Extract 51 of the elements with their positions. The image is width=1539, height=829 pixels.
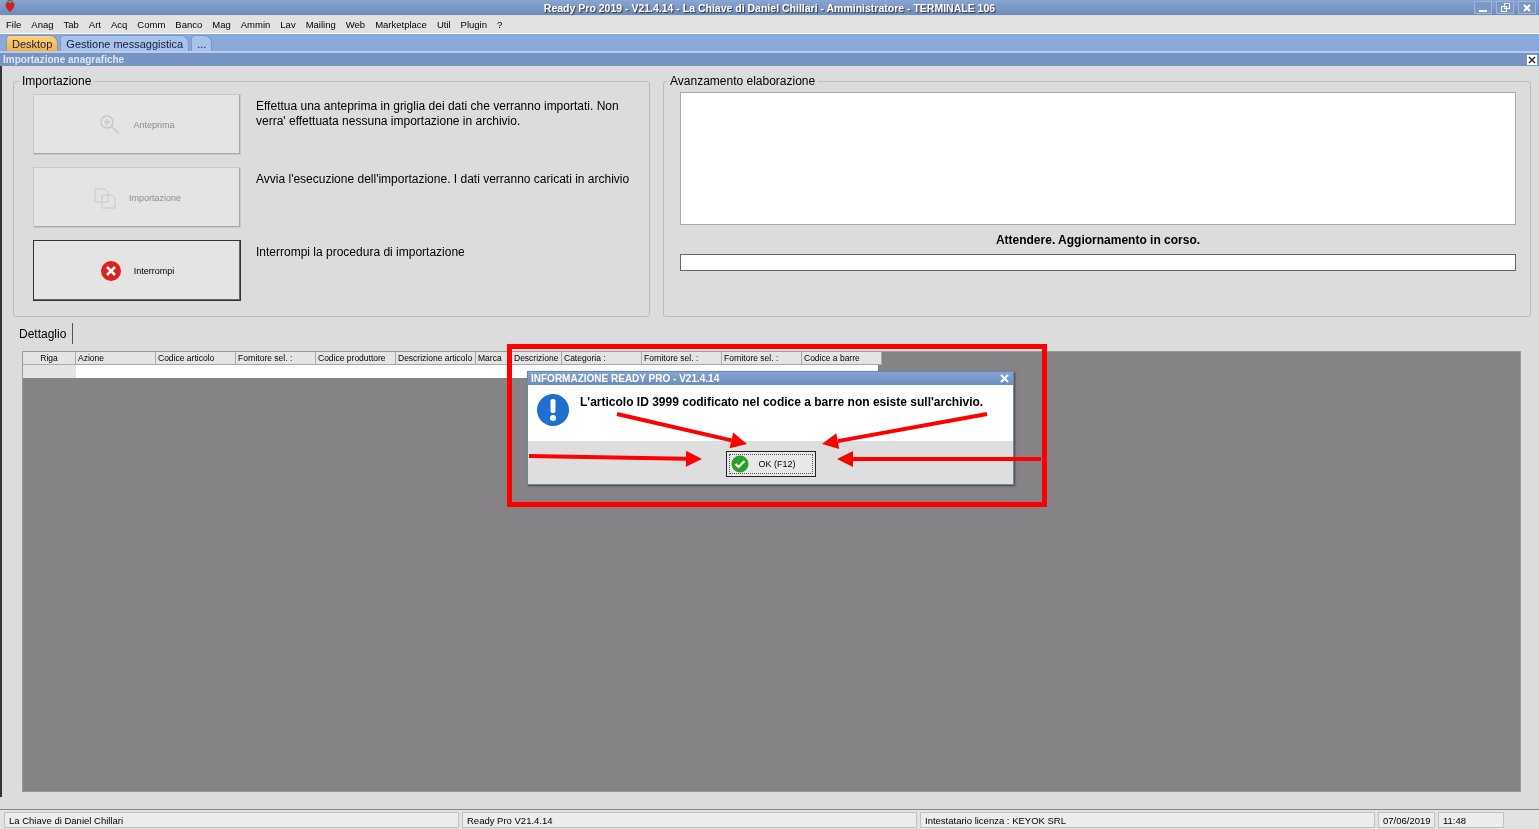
check-icon [730, 455, 749, 473]
strawberry-logo-icon [4, 0, 16, 13]
status-message: Attendere. Aggiornamento in corso. [994, 233, 1202, 247]
info-icon [536, 393, 570, 427]
menu-item[interactable]: File [6, 19, 22, 30]
close-icon [1523, 3, 1531, 12]
menu-item[interactable]: Marketplace [375, 19, 427, 30]
close-button[interactable] [1527, 54, 1537, 65]
status-field: Intestatario licenza : KEYOK SRL [920, 812, 1375, 828]
minimize-button[interactable] [1474, 1, 1492, 14]
action-description: Avvia l'esecuzione dell'importazione. I dati verranno caricati in archivio [256, 172, 631, 187]
documents-icon [93, 186, 117, 209]
group-title: Importazione [21, 74, 93, 88]
dialog-title: INFORMAZIONE READY PRO - V21.4.14 [531, 373, 720, 384]
status-field: 07/06/2019 [1378, 812, 1435, 828]
action-description: Effettua una anteprima in griglia dei dati che verranno importati. Non verra' effettuata nessuna importazione in archivio. [256, 99, 620, 129]
status-field: La Chiave di Daniel Chillari [4, 812, 459, 828]
ok-button[interactable]: OK (F12) [725, 451, 816, 477]
tab[interactable]: Desktop [6, 35, 59, 51]
menu-item[interactable]: Mag [212, 19, 231, 30]
menu-item[interactable]: Comm [137, 19, 166, 30]
restore-button[interactable] [1496, 1, 1514, 14]
tab[interactable]: ... [191, 35, 213, 51]
menu-item[interactable]: Lav [280, 19, 296, 30]
window-title: Ready Pro 2019 - V21.4.14 - La Chiave di Daniel Chillari - Amministratore - TERMINALE 106 [543, 1, 996, 14]
status-field: Ready Pro V21.4.14 [462, 812, 917, 828]
dialog-message: L'articolo ID 3999 codificato nel codice a barre non esiste sull'archivio. [580, 395, 984, 409]
menu-item[interactable]: Art [88, 19, 101, 30]
close-icon [1528, 55, 1536, 64]
minimize-icon [1479, 9, 1487, 12]
menu-item[interactable]: Plugin [460, 19, 488, 30]
tab[interactable]: Gestione messaggistica [60, 35, 190, 51]
tab[interactable]: Dettaglio [13, 323, 74, 344]
restore-icon [1500, 3, 1510, 12]
menu-item[interactable]: Web [345, 19, 366, 30]
menu-item[interactable]: Util [436, 19, 451, 30]
menu-item[interactable]: Anag [31, 19, 54, 30]
action-button[interactable]: Interrompi [33, 240, 241, 301]
menu-item[interactable]: Ammin [240, 19, 271, 30]
action-description: Interrompi la procedura di importazione [256, 245, 466, 260]
form-title: Importazione anagrafiche [3, 54, 125, 65]
menu-item[interactable]: Acq [110, 19, 128, 30]
menu-item[interactable]: Mailing [305, 19, 336, 30]
group-title: Avanzamento elaborazione [669, 74, 817, 88]
error-icon [99, 259, 122, 282]
menu-item[interactable]: Tab [63, 19, 79, 30]
status-field: 11:48 [1438, 812, 1504, 828]
menu-item[interactable]: ? [497, 19, 503, 30]
magnifier-icon [99, 113, 122, 136]
close-icon [1000, 373, 1009, 383]
menu-item[interactable]: Banco [175, 19, 203, 30]
